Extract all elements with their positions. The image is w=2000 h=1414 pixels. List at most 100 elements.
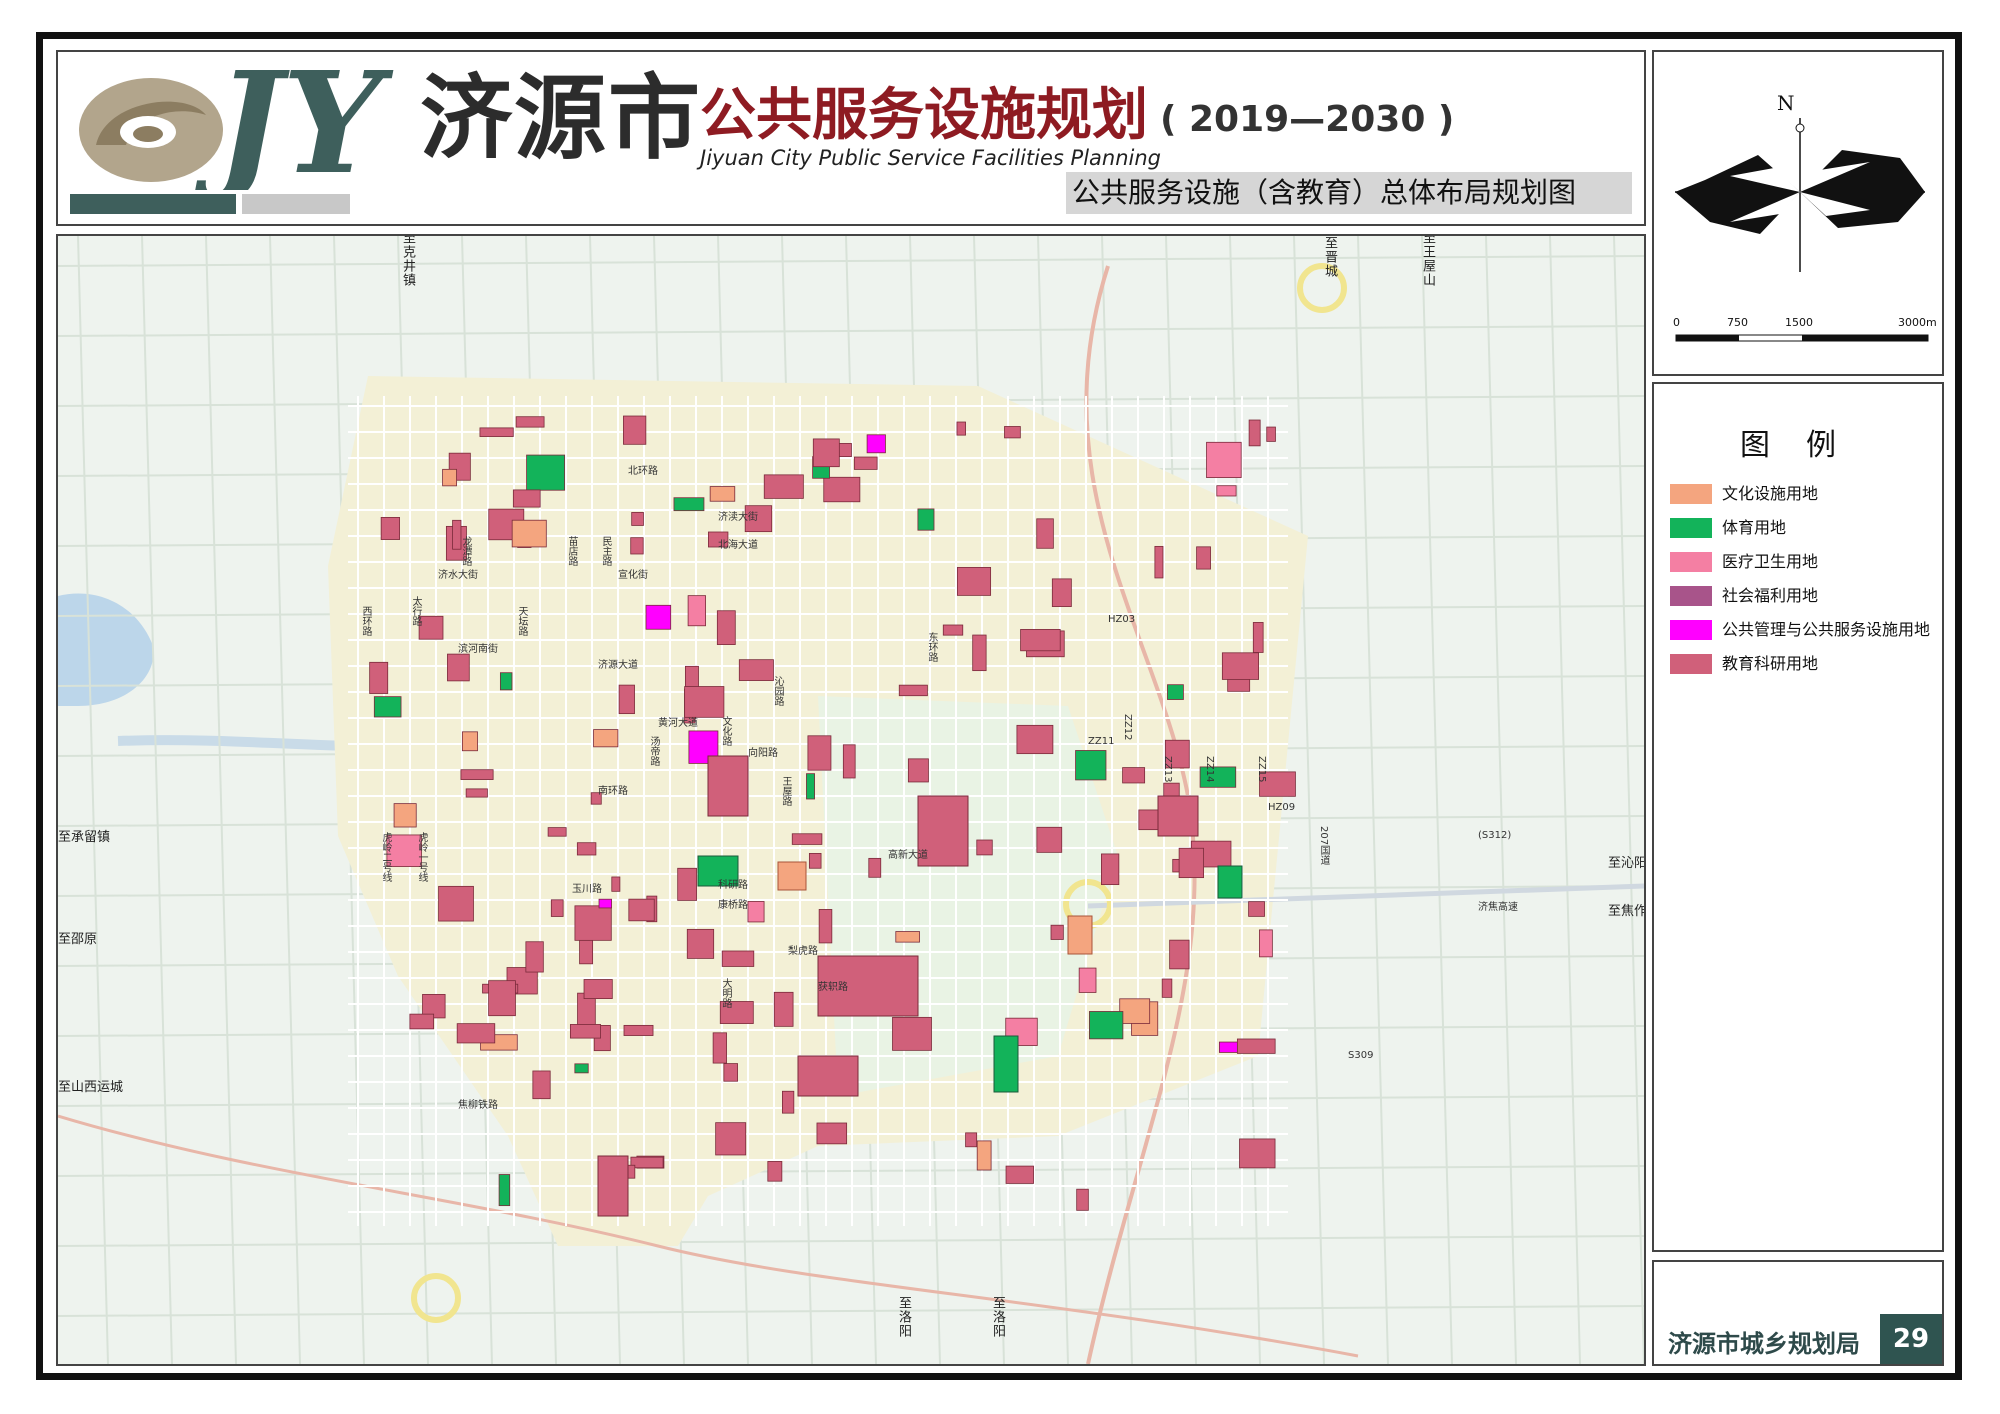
map-subtitle: 公共服务设施（含教育）总体布局规划图	[1072, 176, 1577, 209]
facility-parcel	[808, 853, 822, 869]
facility-parcel	[409, 1013, 435, 1030]
campus-parcel	[707, 755, 749, 817]
facility-parcel	[895, 931, 920, 943]
facility-parcel	[818, 909, 833, 944]
facility-parcel	[598, 898, 612, 909]
culture-parcel	[1067, 915, 1093, 955]
facility-parcel	[738, 659, 774, 681]
facility-parcel	[1051, 578, 1072, 607]
facility-parcel	[866, 434, 886, 454]
page-number: 29	[1892, 1324, 1930, 1354]
legend-swatch	[1670, 586, 1712, 606]
facility-parcel	[942, 624, 964, 636]
legend-title: 图例	[1740, 428, 1872, 463]
english-title: Jiyuan City Public Service Facilities Pl…	[700, 146, 1161, 170]
road-label: 汤帝路	[648, 736, 659, 766]
facility-parcel	[456, 1023, 496, 1044]
facility-parcel	[525, 941, 544, 973]
facility-parcel	[976, 839, 993, 856]
legend-swatch	[1670, 552, 1712, 572]
scale-label-0: 0	[1673, 316, 1680, 329]
destination-label: 至洛阳	[990, 1296, 1005, 1338]
facility-parcel	[853, 456, 878, 470]
facility-parcel	[373, 696, 402, 718]
road-label: 207国道	[1318, 826, 1329, 866]
facility-parcel	[1221, 652, 1259, 680]
destination-label: 至邵原	[58, 932, 98, 947]
facility-parcel	[498, 1174, 511, 1207]
facility-parcel	[465, 788, 488, 798]
legend-label: 体育用地	[1722, 518, 1787, 537]
destination-label: 至洛阳	[896, 1296, 911, 1338]
road-label: 龙潭路	[460, 536, 471, 566]
footer-organization: 济源市城乡规划局	[1668, 1330, 1860, 1358]
facility-parcel	[898, 684, 928, 697]
road-label: 获轵路	[818, 982, 848, 993]
facility-parcel	[579, 939, 594, 965]
facility-parcel	[868, 857, 882, 878]
road-label: 济焦高速	[1478, 902, 1518, 913]
facility-parcel	[747, 901, 765, 923]
facility-parcel	[1259, 929, 1273, 958]
facility-parcel	[1122, 767, 1146, 784]
facility-parcel	[1036, 826, 1063, 853]
destination-label: 至克井镇	[400, 234, 415, 287]
legend-label: 社会福利用地	[1722, 586, 1819, 605]
facility-parcel	[611, 876, 621, 892]
facility-parcel	[1078, 967, 1097, 993]
facility-parcel	[1196, 546, 1211, 570]
facility-parcel	[956, 567, 992, 596]
facility-parcel	[1161, 978, 1173, 998]
destination-label: 至王屋山	[1420, 234, 1435, 287]
plan-years: ( 2019—2030 )	[1160, 99, 1455, 140]
facility-parcel	[574, 905, 612, 941]
facility-parcel	[623, 415, 647, 445]
facility-parcel	[907, 758, 929, 783]
facility-parcel	[447, 653, 470, 682]
road-label: 济渎大街	[718, 512, 758, 523]
map-panel[interactable]: 至克井镇 至晋城 至王屋山 至承留镇 至沁阳 至焦作 至邵原 至山西运城 至洛阳 至洛阳 北环路 济渎…	[56, 234, 1646, 1366]
road-label: 西环路	[360, 606, 371, 636]
logo-icon: JY	[79, 60, 394, 190]
facility-parcel	[1167, 684, 1184, 700]
facility-parcel	[1248, 901, 1265, 917]
facility-parcel	[630, 537, 644, 555]
destination-label: 至焦作	[1608, 904, 1646, 919]
facility-parcel	[1036, 518, 1054, 549]
road-label: 沁园路	[772, 676, 783, 706]
road-label: 梨虎路	[788, 946, 818, 957]
facility-parcel	[1016, 724, 1054, 755]
road-label: 虎岭二号线	[380, 832, 391, 882]
road-label: HZ03	[1108, 614, 1136, 625]
road-label: 济源大道	[598, 660, 638, 671]
road-label: 滨河南街	[458, 644, 498, 655]
facility-parcel	[1075, 750, 1107, 781]
road-label: ZZ11	[1088, 736, 1115, 747]
facility-parcel	[479, 427, 514, 437]
facility-parcel	[723, 1063, 738, 1082]
facility-parcel	[917, 508, 935, 531]
facility-parcel	[630, 1156, 664, 1169]
road-label: 向阳路	[748, 748, 778, 759]
scale-label-3000: 3000m	[1898, 316, 1937, 329]
destination-label: 至晋城	[1322, 236, 1337, 278]
scale-label-1500: 1500	[1785, 316, 1813, 329]
sports-parcel	[993, 1035, 1019, 1093]
road-label: 科研路	[718, 880, 748, 891]
campus-parcel	[1157, 795, 1199, 837]
legend-swatch	[1670, 620, 1712, 640]
facility-parcel	[842, 744, 856, 779]
facility-parcel	[380, 516, 400, 540]
facility-parcel	[1076, 1188, 1089, 1211]
road-label: 天坛路	[516, 606, 527, 636]
facility-parcel	[972, 634, 987, 672]
campus-parcel	[797, 1055, 859, 1097]
road-label: 玉川路	[572, 884, 602, 895]
header-accent-bar-dark	[70, 194, 236, 214]
road-label: 大明路	[720, 978, 731, 1008]
facility-parcel	[393, 803, 417, 828]
legend-label: 公共管理与公共服务设施用地	[1722, 620, 1931, 639]
facility-parcel	[574, 1063, 589, 1074]
svg-text:JY: JY	[193, 60, 394, 190]
facility-parcel	[593, 729, 619, 748]
